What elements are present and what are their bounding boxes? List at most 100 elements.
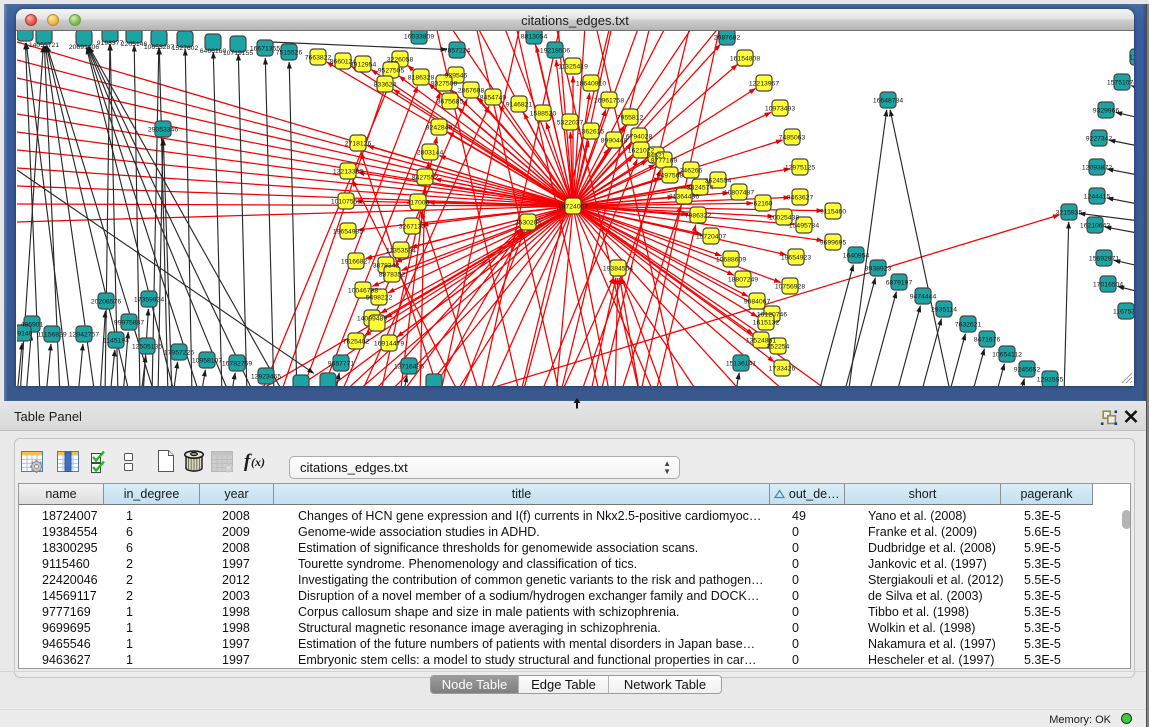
svg-text:1615132: 1615132 — [753, 319, 780, 326]
svg-text:3226058: 3226058 — [387, 56, 414, 63]
svg-text:16914479: 16914479 — [374, 340, 404, 347]
svg-text:252254: 252254 — [767, 343, 790, 350]
svg-text:9245652: 9245652 — [1014, 366, 1041, 373]
svg-text:19384554: 19384554 — [603, 265, 633, 272]
svg-text:19166827: 19166827 — [341, 258, 371, 265]
svg-text:13716485: 13716485 — [394, 363, 424, 370]
svg-text:12942757: 12942757 — [69, 331, 99, 338]
svg-text:7485063: 7485063 — [779, 134, 806, 141]
svg-text:8427552: 8427552 — [412, 174, 439, 181]
svg-text:7857224: 7857224 — [444, 47, 471, 54]
svg-text:10107553: 10107553 — [331, 198, 361, 205]
svg-text:7986322: 7986322 — [685, 212, 712, 219]
svg-text:9115460: 9115460 — [820, 208, 846, 215]
svg-text:9146821: 9146821 — [506, 101, 533, 108]
svg-text:2530203: 2530203 — [515, 219, 542, 226]
svg-text:1733426: 1733426 — [769, 365, 796, 372]
svg-text:3824574: 3824574 — [687, 184, 714, 191]
svg-text:417006: 417006 — [407, 199, 430, 206]
svg-text:12093872: 12093872 — [1082, 164, 1112, 171]
svg-text:9463627: 9463627 — [787, 194, 814, 201]
svg-text:10807487: 10807487 — [724, 189, 754, 196]
svg-text:12213383: 12213383 — [333, 168, 363, 175]
svg-text:15720407: 15720407 — [696, 233, 726, 240]
svg-text:20691406: 20691406 — [69, 44, 99, 51]
svg-text:16033809: 16033809 — [404, 33, 434, 40]
svg-text:18640910: 18640910 — [576, 80, 606, 87]
svg-text:20206576: 20206576 — [91, 298, 121, 305]
svg-text:39149: 39149 — [17, 330, 33, 337]
svg-text:833624: 833624 — [374, 81, 397, 88]
svg-text:9657771: 9657771 — [328, 360, 355, 367]
svg-text:9329966: 9329966 — [1093, 107, 1120, 114]
svg-text:14099489: 14099489 — [357, 315, 387, 322]
svg-text:3675685: 3675685 — [437, 98, 464, 105]
svg-text:929546: 929546 — [445, 72, 468, 79]
svg-text:5322037: 5322037 — [557, 119, 584, 126]
svg-text:6794028: 6794028 — [626, 133, 653, 140]
svg-text:3878342: 3878342 — [373, 262, 400, 269]
svg-text:3624554: 3624554 — [705, 177, 732, 184]
svg-text:8912954: 8912954 — [350, 61, 377, 68]
svg-text:10653287: 10653287 — [144, 44, 174, 51]
svg-text:7955812: 7955812 — [617, 114, 644, 121]
svg-text:10973493: 10973493 — [765, 105, 795, 112]
svg-text:9474444: 9474444 — [910, 293, 937, 300]
svg-text:7632621: 7632621 — [955, 321, 982, 328]
svg-text:9242848: 9242848 — [426, 124, 453, 131]
svg-text:3267130: 3267130 — [399, 223, 426, 230]
svg-text:2935114: 2935114 — [931, 306, 957, 313]
svg-text:10046798: 10046798 — [348, 287, 378, 294]
svg-text:8454749: 8454749 — [480, 94, 507, 101]
svg-text:485901: 485901 — [21, 321, 44, 328]
svg-text:10654112: 10654112 — [992, 351, 1022, 358]
svg-text:10756928: 10756928 — [775, 283, 805, 290]
svg-text:9227342: 9227342 — [1086, 135, 1113, 142]
svg-text:16210643: 16210643 — [1080, 222, 1110, 229]
svg-text:29053346: 29053346 — [148, 126, 178, 133]
svg-text:1527602: 1527602 — [172, 45, 199, 52]
svg-text:7515526: 7515526 — [276, 49, 303, 56]
svg-text:62160: 62160 — [754, 200, 773, 207]
svg-text:1244415: 1244415 — [1084, 193, 1111, 200]
svg-text:9084067: 9084067 — [744, 298, 771, 305]
svg-text:17359924: 17359924 — [134, 296, 164, 303]
svg-text:12505135: 12505135 — [132, 343, 162, 350]
svg-text:8878352: 8878352 — [379, 271, 406, 278]
svg-text:16648784: 16648784 — [873, 97, 903, 104]
svg-text:16120746: 16120746 — [757, 311, 787, 318]
svg-text:6879197: 6879197 — [886, 279, 913, 286]
svg-text:17016504: 17016504 — [1093, 281, 1123, 288]
svg-text:8938923: 8938923 — [865, 265, 892, 272]
svg-text:2803144: 2803144 — [417, 149, 444, 156]
svg-text:7663822: 7663822 — [305, 54, 332, 61]
svg-text:11123: 11123 — [1129, 54, 1134, 61]
svg-text:10958107: 10958107 — [192, 357, 222, 364]
svg-text:746266: 746266 — [680, 167, 703, 174]
svg-text:9198377: 9198377 — [97, 40, 124, 47]
svg-text:1588520: 1588520 — [530, 110, 557, 117]
svg-text:12975125: 12975125 — [785, 164, 815, 171]
svg-text:14055721: 14055721 — [29, 42, 59, 49]
svg-text:8990448: 8990448 — [601, 137, 628, 144]
svg-text:9777169: 9777169 — [651, 157, 678, 164]
svg-text:15751074: 15751074 — [1107, 79, 1134, 86]
svg-text:10688609: 10688609 — [716, 256, 746, 263]
svg-text:2718126: 2718126 — [345, 140, 372, 147]
svg-text:1640954: 1640954 — [843, 252, 870, 259]
svg-text:8813054: 8813054 — [521, 33, 548, 40]
svg-text:1292555: 1292555 — [1037, 376, 1064, 383]
svg-text:9327508: 9327508 — [431, 80, 458, 87]
svg-text:10025438: 10025438 — [769, 214, 799, 221]
svg-text:19218506: 19218506 — [540, 47, 570, 54]
svg-text:15495784: 15495784 — [789, 222, 819, 229]
svg-text:12923465: 12923465 — [251, 373, 281, 380]
svg-text:12213967: 12213967 — [749, 80, 779, 87]
svg-text:8471676: 8471676 — [974, 336, 1001, 343]
svg-text:18807249: 18807249 — [728, 276, 758, 283]
svg-text:9699695: 9699695 — [820, 239, 847, 246]
svg-text:11325419: 11325419 — [558, 63, 588, 70]
svg-text:9527505: 9527505 — [378, 67, 405, 74]
svg-text:1167533: 1167533 — [1113, 308, 1134, 315]
svg-text:11156829: 11156829 — [37, 331, 66, 338]
